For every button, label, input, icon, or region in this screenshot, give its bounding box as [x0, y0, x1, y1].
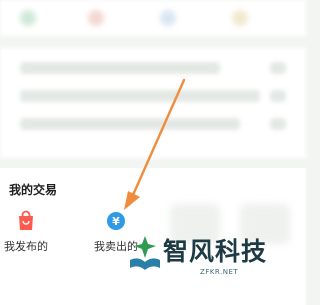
brand-site: ZFKR.NET	[200, 268, 239, 276]
watermark-logo: 智风科技 ZFKR.NET	[128, 232, 278, 302]
brand-name: 智风科技	[163, 237, 268, 266]
app-page: 我的交易 我发布的 ¥ 我卖出的 智风科技 ZFKR.NET	[0, 0, 306, 305]
brand-logo-icon	[130, 236, 160, 270]
